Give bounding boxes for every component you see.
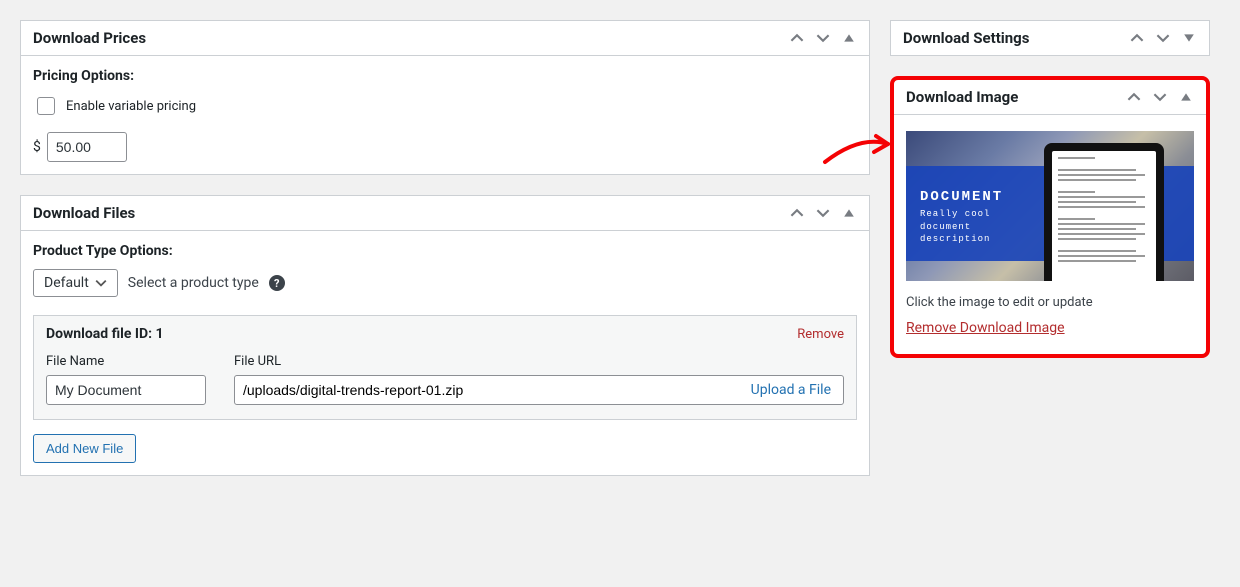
download-image-thumbnail[interactable]: DOCUMENT Really cool document descriptio… bbox=[906, 131, 1194, 281]
remove-download-image-link[interactable]: Remove Download Image bbox=[906, 320, 1065, 336]
pricing-options-label: Pricing Options: bbox=[33, 68, 857, 84]
panel-title: Download Prices bbox=[33, 29, 146, 47]
panel-title: Download Files bbox=[33, 204, 135, 222]
upload-file-link[interactable]: Upload a File bbox=[739, 378, 843, 402]
product-type-hint: Select a product type bbox=[128, 275, 259, 291]
move-down-icon[interactable] bbox=[1152, 89, 1168, 105]
move-up-icon[interactable] bbox=[1126, 89, 1142, 105]
product-type-options-label: Product Type Options: bbox=[33, 243, 857, 259]
remove-file-link[interactable]: Remove bbox=[797, 327, 844, 342]
checkbox-label: Enable variable pricing bbox=[66, 99, 196, 114]
panel-header: Download Prices bbox=[21, 21, 869, 56]
chevron-down-icon bbox=[95, 277, 107, 289]
add-new-file-button[interactable]: Add New File bbox=[33, 434, 136, 463]
download-settings-panel: Download Settings bbox=[890, 20, 1210, 56]
file-url-input[interactable] bbox=[235, 376, 739, 404]
expand-toggle-icon[interactable] bbox=[1181, 30, 1197, 46]
enable-variable-pricing-checkbox[interactable] bbox=[37, 97, 55, 115]
move-down-icon[interactable] bbox=[1155, 30, 1171, 46]
panel-title: Download Settings bbox=[903, 29, 1029, 47]
move-down-icon[interactable] bbox=[815, 30, 831, 46]
file-name-label: File Name bbox=[46, 354, 206, 369]
info-icon[interactable]: ? bbox=[269, 275, 285, 291]
select-value: Default bbox=[44, 275, 89, 291]
download-files-panel: Download Files Product Type Options: Def… bbox=[20, 195, 870, 476]
panel-header: Download Settings bbox=[891, 21, 1209, 55]
file-name-input[interactable] bbox=[46, 375, 206, 405]
collapse-toggle-icon[interactable] bbox=[1178, 89, 1194, 105]
image-preview: DOCUMENT Really cool document descriptio… bbox=[906, 131, 1194, 281]
move-down-icon[interactable] bbox=[815, 205, 831, 221]
currency-symbol: $ bbox=[33, 139, 41, 155]
download-file-row: Download file ID: 1 Remove File Name Fil… bbox=[33, 315, 857, 420]
product-type-select[interactable]: Default bbox=[33, 269, 118, 297]
collapse-toggle-icon[interactable] bbox=[841, 30, 857, 46]
panel-header: Download Files bbox=[21, 196, 869, 231]
image-caption: Click the image to edit or update bbox=[906, 295, 1194, 310]
download-image-panel: Download Image DOCUMENT Really cool bbox=[890, 76, 1210, 358]
file-url-label: File URL bbox=[234, 354, 844, 369]
move-up-icon[interactable] bbox=[789, 30, 805, 46]
panel-title: Download Image bbox=[906, 88, 1018, 106]
price-input[interactable] bbox=[47, 132, 127, 162]
panel-header: Download Image bbox=[894, 80, 1206, 115]
file-id-label: Download file ID: 1 bbox=[46, 326, 164, 342]
enable-variable-pricing-row[interactable]: Enable variable pricing bbox=[33, 94, 857, 118]
move-up-icon[interactable] bbox=[789, 205, 805, 221]
preview-title: DOCUMENT bbox=[920, 189, 1003, 205]
collapse-toggle-icon[interactable] bbox=[841, 205, 857, 221]
move-up-icon[interactable] bbox=[1129, 30, 1145, 46]
download-prices-panel: Download Prices Pricing Options: Enable … bbox=[20, 20, 870, 175]
